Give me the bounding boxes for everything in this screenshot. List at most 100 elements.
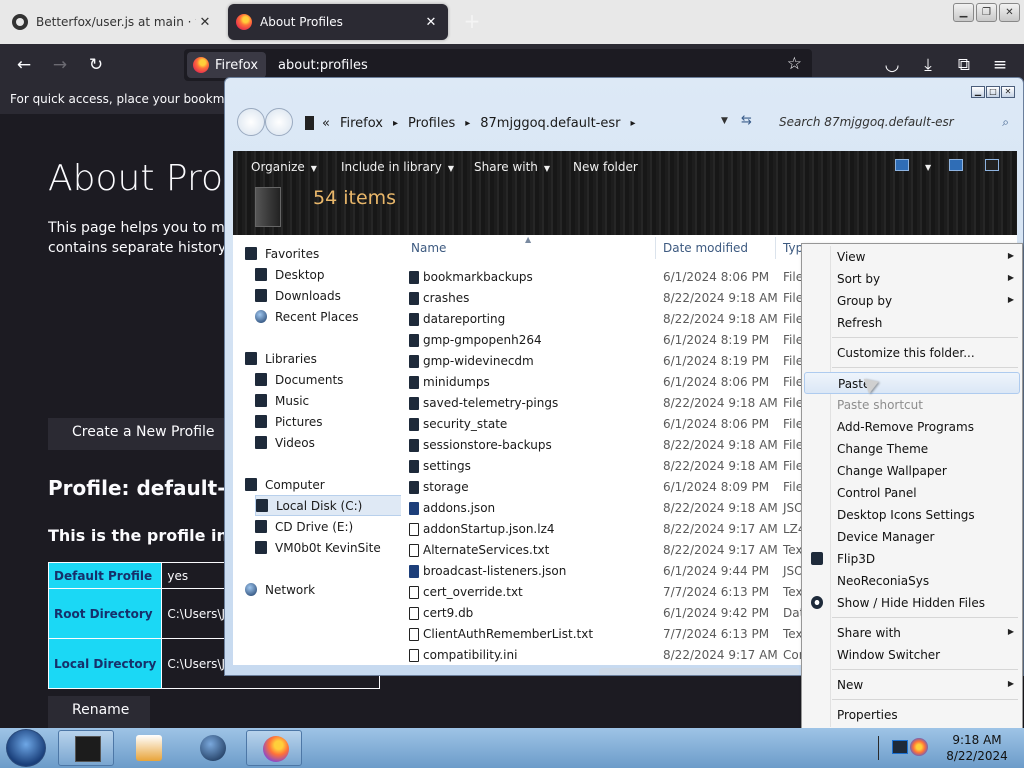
nav-desktop[interactable]: Desktop bbox=[255, 264, 413, 285]
nav-libraries[interactable]: Libraries bbox=[245, 348, 403, 369]
nav-documents[interactable]: Documents bbox=[255, 369, 413, 390]
preview-pane-icon[interactable] bbox=[949, 159, 963, 171]
menu-label: Window Switcher bbox=[837, 648, 941, 662]
horizontal-scrollbar[interactable] bbox=[599, 668, 799, 675]
close-window-button[interactable]: ✕ bbox=[1001, 86, 1015, 98]
reload-icon[interactable]: ↻ bbox=[84, 53, 108, 77]
menu-item-neoreconiasys[interactable]: NeoReconiaSys bbox=[804, 570, 1020, 592]
menu-item-customize[interactable]: Customize this folder... bbox=[804, 342, 1020, 364]
pocket-icon[interactable]: ◡ bbox=[880, 53, 904, 77]
close-window-button[interactable]: ✕ bbox=[999, 3, 1020, 22]
organize-button[interactable]: Organize ▼ bbox=[251, 160, 317, 174]
menu-item-show-hide-hidden[interactable]: Show / Hide Hidden Files bbox=[804, 592, 1020, 614]
document-icon bbox=[409, 607, 419, 620]
start-button[interactable] bbox=[6, 729, 46, 767]
back-arrow-icon[interactable]: ← bbox=[12, 53, 36, 77]
nav-network[interactable]: Network bbox=[245, 579, 403, 600]
menu-item-paste[interactable]: Paste bbox=[804, 372, 1020, 394]
menu-item-group-by[interactable]: Group by ▶ bbox=[804, 290, 1020, 312]
forward-arrow-icon[interactable]: → bbox=[48, 53, 72, 77]
minimize-button[interactable]: ▁ bbox=[971, 86, 985, 98]
menu-item-window-switcher[interactable]: Window Switcher bbox=[804, 644, 1020, 666]
nav-label: CD Drive (E:) bbox=[275, 519, 354, 534]
menu-item-add-remove-programs[interactable]: Add-Remove Programs bbox=[804, 416, 1020, 438]
menu-item-view[interactable]: View ▶ bbox=[804, 246, 1020, 268]
breadcrumb-separator[interactable]: ▸ bbox=[465, 118, 470, 129]
close-icon[interactable]: ✕ bbox=[196, 15, 214, 30]
column-divider[interactable] bbox=[775, 237, 776, 259]
help-icon[interactable] bbox=[985, 159, 999, 171]
column-name[interactable]: Name bbox=[411, 241, 446, 255]
view-dropdown[interactable]: ▼ bbox=[919, 159, 931, 173]
menu-item-refresh[interactable]: Refresh bbox=[804, 312, 1020, 334]
minimize-button[interactable]: ▁ bbox=[953, 3, 974, 22]
create-profile-button[interactable]: Create a New Profile bbox=[48, 418, 248, 450]
taskbar-explorer[interactable] bbox=[58, 730, 114, 766]
close-icon[interactable]: ✕ bbox=[422, 15, 440, 30]
menu-item-flip3d[interactable]: Flip3D bbox=[804, 548, 1020, 570]
forward-button[interactable] bbox=[265, 108, 293, 136]
share-with-button[interactable]: Share with ▼ bbox=[474, 160, 550, 174]
url-input[interactable]: about:profiles bbox=[278, 58, 368, 73]
taskbar-media-player[interactable] bbox=[120, 730, 176, 766]
breadcrumb-profiles[interactable]: Profiles bbox=[408, 116, 455, 131]
breadcrumb-overflow[interactable]: « bbox=[322, 116, 330, 131]
menu-item-change-theme[interactable]: Change Theme bbox=[804, 438, 1020, 460]
new-tab-button[interactable]: + bbox=[460, 10, 484, 34]
column-date-modified[interactable]: Date modified bbox=[663, 241, 748, 255]
nav-local-disk[interactable]: Local Disk (C:) bbox=[255, 495, 413, 516]
extensions-icon[interactable]: ⧉ bbox=[952, 53, 976, 77]
menu-item-change-wallpaper[interactable]: Change Wallpaper bbox=[804, 460, 1020, 482]
nav-vm-share[interactable]: VM0b0t KevinSite bbox=[255, 537, 413, 558]
clock[interactable]: 9:18 AM 8/22/2024 bbox=[934, 732, 1020, 764]
nav-cd-drive[interactable]: CD Drive (E:) bbox=[255, 516, 413, 537]
tray-app-icon[interactable] bbox=[910, 738, 928, 756]
taskbar-firefox[interactable] bbox=[246, 730, 302, 766]
nav-pictures[interactable]: Pictures bbox=[255, 411, 413, 432]
refresh-icon[interactable]: ⇆ bbox=[741, 113, 752, 128]
menu-item-sort-by[interactable]: Sort by ▶ bbox=[804, 268, 1020, 290]
menu-item-share-with[interactable]: Share with ▶ bbox=[804, 622, 1020, 644]
downloads-icon[interactable]: ⤓ bbox=[916, 53, 940, 77]
tab-about-profiles[interactable]: About Profiles ✕ bbox=[228, 4, 448, 40]
menu-item-device-manager[interactable]: Device Manager bbox=[804, 526, 1020, 548]
maximize-button[interactable]: □ bbox=[986, 86, 1000, 98]
chevron-down-icon: ▼ bbox=[543, 164, 551, 173]
nav-recent-places[interactable]: Recent Places bbox=[255, 306, 413, 327]
identity-box[interactable]: Firefox bbox=[187, 52, 267, 78]
nav-favorites[interactable]: Favorites bbox=[245, 243, 403, 264]
clock-time: 9:18 AM bbox=[952, 733, 1002, 747]
nav-music[interactable]: Music bbox=[255, 390, 413, 411]
restore-button[interactable]: ❐ bbox=[976, 3, 997, 22]
back-button[interactable] bbox=[237, 108, 265, 136]
chevron-down-icon[interactable]: ▼ bbox=[721, 116, 728, 126]
tray-monitor-icon[interactable] bbox=[892, 740, 908, 754]
nav-computer[interactable]: Computer bbox=[245, 474, 403, 495]
address-bar[interactable]: « Firefox ▸ Profiles ▸ 87mjggoq.default-… bbox=[305, 111, 765, 135]
search-icon[interactable]: ⌕ bbox=[1002, 115, 1009, 130]
menu-icon[interactable]: ≡ bbox=[988, 53, 1012, 77]
menu-item-control-panel[interactable]: Control Panel bbox=[804, 482, 1020, 504]
search-input[interactable]: Search 87mjggoq.default-esr bbox=[773, 111, 1015, 135]
new-folder-button[interactable]: New folder bbox=[573, 160, 638, 174]
menu-item-desktop-icons[interactable]: Desktop Icons Settings bbox=[804, 504, 1020, 526]
menu-item-properties[interactable]: Properties bbox=[804, 704, 1020, 726]
menu-item-new[interactable]: New ▶ bbox=[804, 674, 1020, 696]
bookmark-star-icon[interactable]: ☆ bbox=[787, 54, 802, 74]
explorer-window-controls: ▁ □ ✕ bbox=[971, 86, 1015, 98]
menu-label: Customize this folder... bbox=[837, 346, 975, 360]
nav-videos[interactable]: Videos bbox=[255, 432, 413, 453]
breadcrumb-separator[interactable]: ▸ bbox=[393, 118, 398, 129]
view-options-icon[interactable] bbox=[895, 159, 909, 171]
include-in-library-button[interactable]: Include in library ▼ bbox=[341, 160, 454, 174]
breadcrumb-separator[interactable]: ▸ bbox=[630, 118, 635, 129]
taskbar-browser[interactable] bbox=[184, 730, 240, 766]
submenu-arrow-icon: ▶ bbox=[1007, 251, 1014, 260]
column-divider[interactable] bbox=[655, 237, 656, 259]
rename-button[interactable]: Rename bbox=[48, 696, 150, 728]
file-name: compatibility.ini bbox=[423, 648, 518, 662]
breadcrumb-firefox[interactable]: Firefox bbox=[340, 116, 383, 131]
tab-betterfox[interactable]: Betterfox/user.js at main · yokoffing ✕ bbox=[4, 4, 222, 40]
breadcrumb-current[interactable]: 87mjggoq.default-esr bbox=[480, 116, 620, 131]
nav-downloads[interactable]: Downloads bbox=[255, 285, 413, 306]
